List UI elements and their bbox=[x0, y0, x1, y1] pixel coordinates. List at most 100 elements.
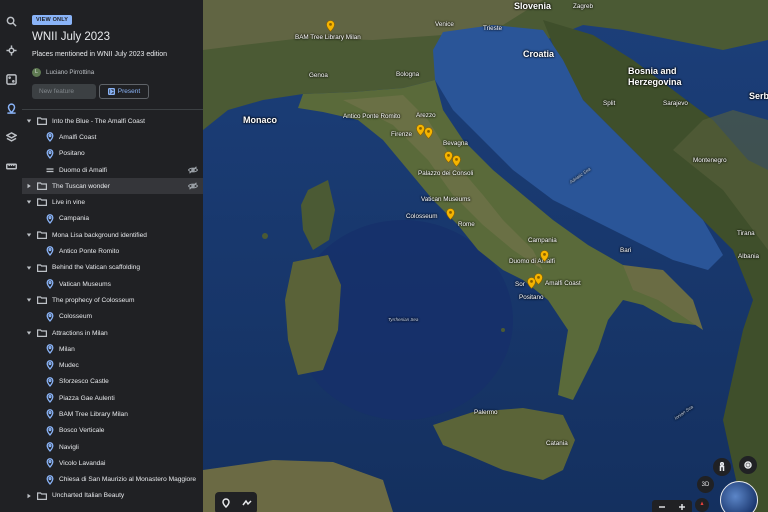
map-pin-amalfi[interactable] bbox=[534, 272, 543, 285]
3d-toggle[interactable]: 3D bbox=[697, 476, 714, 493]
map-style-icon[interactable] bbox=[4, 130, 18, 144]
place-marker-icon bbox=[46, 148, 54, 159]
tree-item[interactable]: Vicolo Lavandai bbox=[22, 455, 203, 471]
chevron-down-icon[interactable] bbox=[26, 330, 32, 336]
projects-icon[interactable] bbox=[4, 101, 18, 115]
tree-item[interactable]: Piazza Gae Aulenti bbox=[22, 390, 203, 406]
place-marker-icon bbox=[46, 132, 54, 143]
street-view-button[interactable] bbox=[713, 458, 731, 476]
folder-icon bbox=[37, 231, 47, 240]
globe-minimap[interactable] bbox=[720, 481, 758, 512]
voyager-icon[interactable] bbox=[4, 43, 18, 57]
chevron-down-icon[interactable] bbox=[26, 232, 32, 238]
tree-item[interactable]: Vatican Museums bbox=[22, 276, 203, 292]
divider bbox=[22, 109, 203, 110]
place-marker-icon bbox=[46, 474, 54, 485]
pegman-icon bbox=[719, 462, 725, 471]
tree-folder[interactable]: Mona Lisa background identified bbox=[22, 227, 203, 243]
place-marker-icon bbox=[46, 279, 54, 289]
map-label-herzegovina: Herzegovina bbox=[628, 77, 682, 87]
tree-folder[interactable]: Behind the Vatican scaffolding bbox=[22, 260, 203, 276]
tree-label: Vatican Museums bbox=[59, 280, 111, 288]
tree-item[interactable]: Milan bbox=[22, 341, 203, 357]
visibility-off-icon[interactable] bbox=[187, 182, 199, 190]
chevron-down-icon[interactable] bbox=[26, 265, 32, 271]
map-label-tirana: Tirana bbox=[737, 230, 755, 237]
folder-icon bbox=[37, 329, 47, 337]
chevron-right-icon[interactable] bbox=[26, 493, 32, 499]
place-marker-icon bbox=[46, 246, 54, 257]
feeling-lucky-icon[interactable] bbox=[4, 72, 18, 86]
tree-label: Positano bbox=[59, 150, 85, 158]
map-label-bevagna: Bevagna bbox=[443, 140, 468, 147]
my-location-button[interactable] bbox=[739, 456, 757, 474]
chevron-down-icon[interactable] bbox=[26, 199, 32, 205]
drawing-toolbar bbox=[215, 492, 257, 512]
tree-item[interactable]: Amalfi Coast bbox=[22, 129, 203, 145]
add-placemark-icon[interactable] bbox=[221, 498, 231, 508]
map-pin-arezzo[interactable] bbox=[424, 126, 433, 139]
tree-item[interactable]: Sforzesco Castle bbox=[22, 374, 203, 390]
draw-line-icon[interactable] bbox=[241, 498, 252, 508]
zoom-in-icon[interactable] bbox=[678, 503, 686, 511]
map-pin-campania[interactable] bbox=[540, 249, 549, 262]
map-label-serbia: Serb bbox=[749, 91, 768, 101]
tree-item[interactable]: Positano bbox=[22, 146, 203, 162]
chevron-down-icon[interactable] bbox=[26, 297, 32, 303]
project-panel: VIEW ONLY WNII July 2023 Places mentione… bbox=[22, 0, 203, 512]
tree-folder[interactable]: Into the Blue - The Amalfi Coast bbox=[22, 113, 203, 129]
tree-item[interactable]: Mudec bbox=[22, 357, 203, 373]
author-row: L Luciano Pirrottina bbox=[32, 67, 94, 77]
tree-item[interactable]: Campania bbox=[22, 211, 203, 227]
tree-item[interactable]: Antico Ponte Romito bbox=[22, 243, 203, 259]
project-title: WNII July 2023 bbox=[32, 31, 110, 43]
map-pin-colosseum[interactable] bbox=[446, 207, 455, 220]
map-label-bologna: Bologna bbox=[396, 71, 420, 78]
map-label-bari: Bari bbox=[620, 247, 632, 254]
tree-label: Into the Blue - The Amalfi Coast bbox=[52, 117, 145, 125]
map-label-genoa: Genoa bbox=[309, 72, 328, 79]
chevron-down-icon[interactable] bbox=[26, 118, 32, 124]
map-label-rome: Rome bbox=[458, 221, 475, 228]
map-label-positano: Positano bbox=[519, 294, 544, 301]
folder-icon bbox=[37, 264, 47, 272]
tree-item[interactable]: BAM Tree Library Milan bbox=[22, 406, 203, 422]
tree-label: Bosco Verticale bbox=[59, 427, 105, 435]
tree-item[interactable]: Navigli bbox=[22, 439, 203, 455]
tree-label: Campania bbox=[59, 215, 90, 223]
present-button[interactable]: Present bbox=[99, 84, 149, 99]
map-label-catania: Catania bbox=[546, 440, 568, 447]
map-pin-palazzo[interactable] bbox=[452, 154, 461, 167]
map-label-arezzo: Arezzo bbox=[416, 112, 436, 119]
feature-tree: Into the Blue - The Amalfi Coast Amalfi C… bbox=[22, 113, 203, 504]
map-pin-milan[interactable] bbox=[326, 19, 335, 32]
tree-folder[interactable]: The Tuscan wonder bbox=[22, 178, 203, 195]
tree-folder[interactable]: The prophecy of Colosseum bbox=[22, 292, 203, 308]
my-location-icon bbox=[744, 461, 752, 469]
tree-label: Mudec bbox=[59, 362, 79, 370]
tree-item[interactable]: Colosseum bbox=[22, 309, 203, 325]
tree-item[interactable]: Bosco Verticale bbox=[22, 423, 203, 439]
tree-folder[interactable]: Live in vine bbox=[22, 194, 203, 210]
compass-button[interactable] bbox=[695, 498, 709, 512]
search-icon[interactable] bbox=[4, 14, 18, 28]
map-label-venice: Venice bbox=[435, 21, 454, 28]
tree-folder[interactable]: Attractions in Milan bbox=[22, 325, 203, 341]
author-name: Luciano Pirrottina bbox=[46, 68, 95, 76]
tree-label: Piazza Gae Aulenti bbox=[59, 394, 115, 402]
new-feature-button[interactable]: New feature bbox=[32, 84, 96, 99]
tree-item[interactable]: Chiesa di San Maurizio al Monastero Magg… bbox=[22, 472, 203, 488]
map-label-sorrento: Sor bbox=[515, 281, 525, 288]
zoom-out-icon[interactable] bbox=[658, 503, 666, 511]
tree-folder[interactable]: Uncharted Italian Beauty bbox=[22, 488, 203, 504]
map-view[interactable]: Slovenia Croatia Bosnia and Herzegovina … bbox=[203, 0, 768, 512]
tree-label: The prophecy of Colosseum bbox=[52, 296, 135, 304]
tree-item[interactable]: Duomo di Amalfi bbox=[22, 162, 203, 178]
measure-icon[interactable] bbox=[4, 159, 18, 173]
tree-label: Amalfi Coast bbox=[59, 133, 97, 141]
chevron-right-icon[interactable] bbox=[26, 183, 32, 189]
tree-label: Milan bbox=[59, 345, 75, 353]
visibility-off-icon[interactable] bbox=[187, 166, 199, 174]
map-label-monaco: Monaco bbox=[243, 115, 278, 125]
map-label-montenegro: Montenegro bbox=[693, 157, 727, 164]
